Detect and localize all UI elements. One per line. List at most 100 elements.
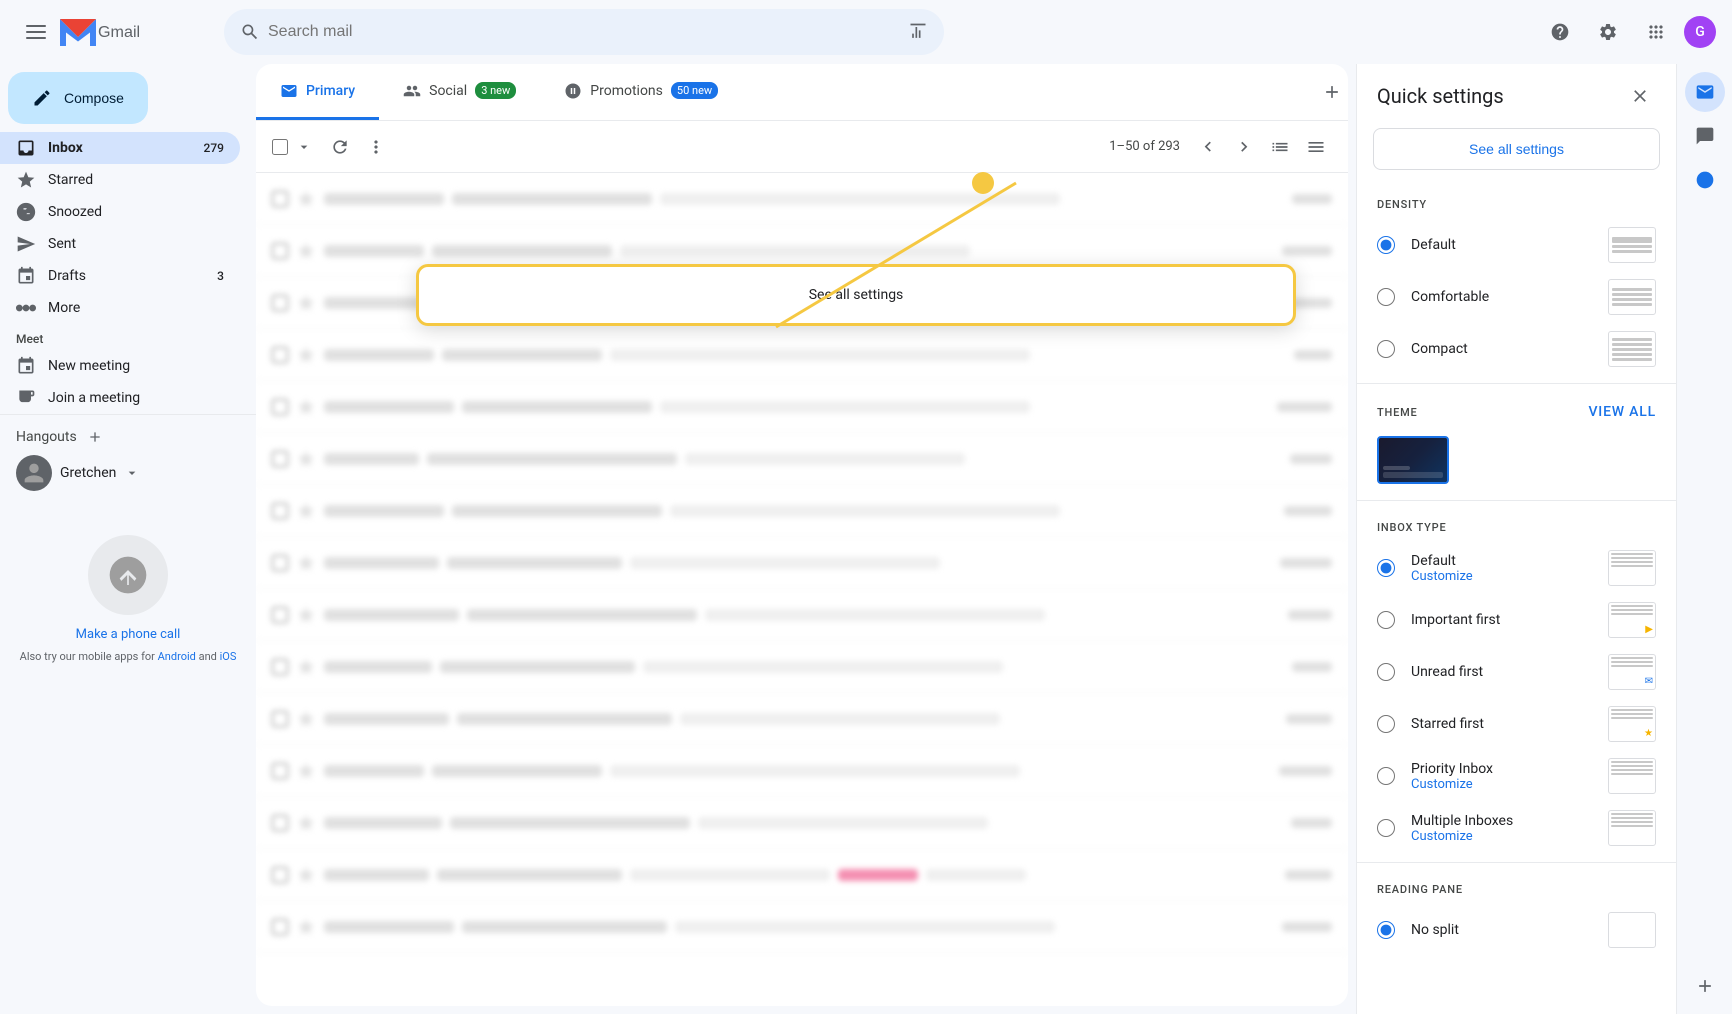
email-checkbox[interactable] bbox=[272, 815, 288, 831]
next-page-button[interactable] bbox=[1228, 131, 1260, 163]
inbox-type-unread-radio[interactable] bbox=[1377, 663, 1395, 681]
density-default-radio[interactable] bbox=[1377, 236, 1395, 254]
inbox-type-priority[interactable]: Priority Inbox Customize bbox=[1357, 750, 1676, 802]
inbox-type-starred-radio[interactable] bbox=[1377, 715, 1395, 733]
star-icon[interactable] bbox=[296, 501, 316, 521]
sidebar-item-starred[interactable]: Starred bbox=[0, 164, 240, 196]
email-checkbox[interactable] bbox=[272, 555, 288, 571]
inbox-type-default[interactable]: Default Customize bbox=[1357, 542, 1676, 594]
hamburger-menu-icon[interactable] bbox=[16, 12, 56, 52]
phone-call-link[interactable]: Make a phone call bbox=[0, 623, 256, 646]
settings-button[interactable] bbox=[1588, 12, 1628, 52]
quick-settings-close-button[interactable] bbox=[1624, 80, 1656, 112]
sidebar-item-more[interactable]: More bbox=[0, 292, 240, 324]
table-row[interactable] bbox=[256, 329, 1348, 381]
apps-button[interactable] bbox=[1636, 12, 1676, 52]
star-icon[interactable] bbox=[296, 865, 316, 885]
sidebar-item-inbox[interactable]: Inbox 279 bbox=[0, 132, 240, 164]
star-icon[interactable] bbox=[296, 761, 316, 781]
hangout-user-item[interactable]: Gretchen bbox=[0, 451, 256, 495]
email-checkbox[interactable] bbox=[272, 607, 288, 623]
view-all-themes-link[interactable]: View all bbox=[1588, 404, 1656, 420]
density-option-compact[interactable]: Compact bbox=[1357, 323, 1676, 375]
reading-pane-no-split-radio[interactable] bbox=[1377, 921, 1395, 939]
android-link[interactable]: Android bbox=[158, 650, 196, 663]
star-icon[interactable] bbox=[296, 397, 316, 417]
tab-promotions[interactable]: Promotions 50 new bbox=[540, 64, 742, 120]
email-checkbox[interactable] bbox=[272, 451, 288, 467]
right-tab-chat[interactable] bbox=[1685, 116, 1725, 156]
view-options-button[interactable] bbox=[1300, 131, 1332, 163]
sidebar-item-join-meeting[interactable]: Join a meeting bbox=[0, 382, 240, 414]
email-checkbox[interactable] bbox=[272, 711, 288, 727]
star-icon[interactable] bbox=[296, 293, 316, 313]
table-row[interactable] bbox=[256, 537, 1348, 589]
reading-pane-no-split[interactable]: No split bbox=[1357, 904, 1676, 956]
inbox-default-customize-link[interactable]: Customize bbox=[1411, 569, 1592, 584]
density-comfortable-radio[interactable] bbox=[1377, 288, 1395, 306]
density-option-default[interactable]: Default bbox=[1357, 219, 1676, 271]
star-icon[interactable] bbox=[296, 813, 316, 833]
star-icon[interactable] bbox=[296, 709, 316, 729]
select-dropdown-button[interactable] bbox=[288, 131, 320, 163]
star-icon[interactable] bbox=[296, 241, 316, 261]
user-avatar[interactable]: G bbox=[1684, 16, 1716, 48]
table-row[interactable] bbox=[256, 589, 1348, 641]
star-icon[interactable] bbox=[296, 657, 316, 677]
table-row[interactable] bbox=[256, 693, 1348, 745]
table-row[interactable] bbox=[256, 849, 1348, 901]
prev-page-button[interactable] bbox=[1192, 131, 1224, 163]
tab-primary[interactable]: Primary bbox=[256, 64, 379, 120]
add-tab-button[interactable] bbox=[1316, 76, 1348, 108]
table-row[interactable] bbox=[256, 797, 1348, 849]
star-icon[interactable] bbox=[296, 605, 316, 625]
email-checkbox[interactable] bbox=[272, 295, 288, 311]
right-tab-spaces[interactable] bbox=[1685, 160, 1725, 200]
compose-button[interactable]: Compose bbox=[8, 72, 148, 124]
inbox-type-important-first[interactable]: Important first ▶ bbox=[1357, 594, 1676, 646]
right-sidebar-add-button[interactable] bbox=[1685, 966, 1725, 1006]
see-all-settings-button[interactable]: See all settings bbox=[1373, 128, 1660, 170]
select-all-checkbox[interactable] bbox=[272, 139, 288, 155]
sidebar-item-new-meeting[interactable]: New meeting bbox=[0, 350, 240, 382]
star-icon[interactable] bbox=[296, 449, 316, 469]
inbox-type-default-radio[interactable] bbox=[1377, 559, 1395, 577]
table-row[interactable] bbox=[256, 381, 1348, 433]
inbox-type-multiple[interactable]: Multiple Inboxes Customize bbox=[1357, 802, 1676, 854]
search-bar[interactable] bbox=[224, 9, 944, 55]
sidebar-item-sent[interactable]: Sent bbox=[0, 228, 240, 260]
star-icon[interactable] bbox=[296, 345, 316, 365]
right-tab-mail[interactable] bbox=[1685, 72, 1725, 112]
email-checkbox[interactable] bbox=[272, 399, 288, 415]
inbox-multiple-customize-link[interactable]: Customize bbox=[1411, 829, 1592, 844]
table-row[interactable] bbox=[256, 173, 1348, 225]
density-option-comfortable[interactable]: Comfortable bbox=[1357, 271, 1676, 323]
inbox-type-multiple-radio[interactable] bbox=[1377, 819, 1395, 837]
inbox-type-priority-radio[interactable] bbox=[1377, 767, 1395, 785]
email-checkbox[interactable] bbox=[272, 243, 288, 259]
email-checkbox[interactable] bbox=[272, 503, 288, 519]
email-checkbox[interactable] bbox=[272, 347, 288, 363]
sidebar-item-drafts[interactable]: Drafts 3 bbox=[0, 260, 240, 292]
density-compact-radio[interactable] bbox=[1377, 340, 1395, 358]
table-row[interactable] bbox=[256, 641, 1348, 693]
email-checkbox[interactable] bbox=[272, 919, 288, 935]
ios-link[interactable]: iOS bbox=[220, 650, 237, 663]
inbox-type-important-radio[interactable] bbox=[1377, 611, 1395, 629]
tab-social[interactable]: Social 3 new bbox=[379, 64, 540, 120]
email-checkbox[interactable] bbox=[272, 659, 288, 675]
refresh-button[interactable] bbox=[324, 131, 356, 163]
email-checkbox[interactable] bbox=[272, 763, 288, 779]
star-icon[interactable] bbox=[296, 553, 316, 573]
table-row[interactable] bbox=[256, 901, 1348, 953]
table-row[interactable] bbox=[256, 485, 1348, 537]
email-checkbox[interactable] bbox=[272, 191, 288, 207]
table-row[interactable] bbox=[256, 433, 1348, 485]
help-button[interactable] bbox=[1540, 12, 1580, 52]
sidebar-item-snoozed[interactable]: Snoozed bbox=[0, 196, 240, 228]
email-checkbox[interactable] bbox=[272, 867, 288, 883]
table-row[interactable] bbox=[256, 745, 1348, 797]
star-icon[interactable] bbox=[296, 189, 316, 209]
star-icon[interactable] bbox=[296, 917, 316, 937]
search-input[interactable] bbox=[268, 23, 900, 41]
